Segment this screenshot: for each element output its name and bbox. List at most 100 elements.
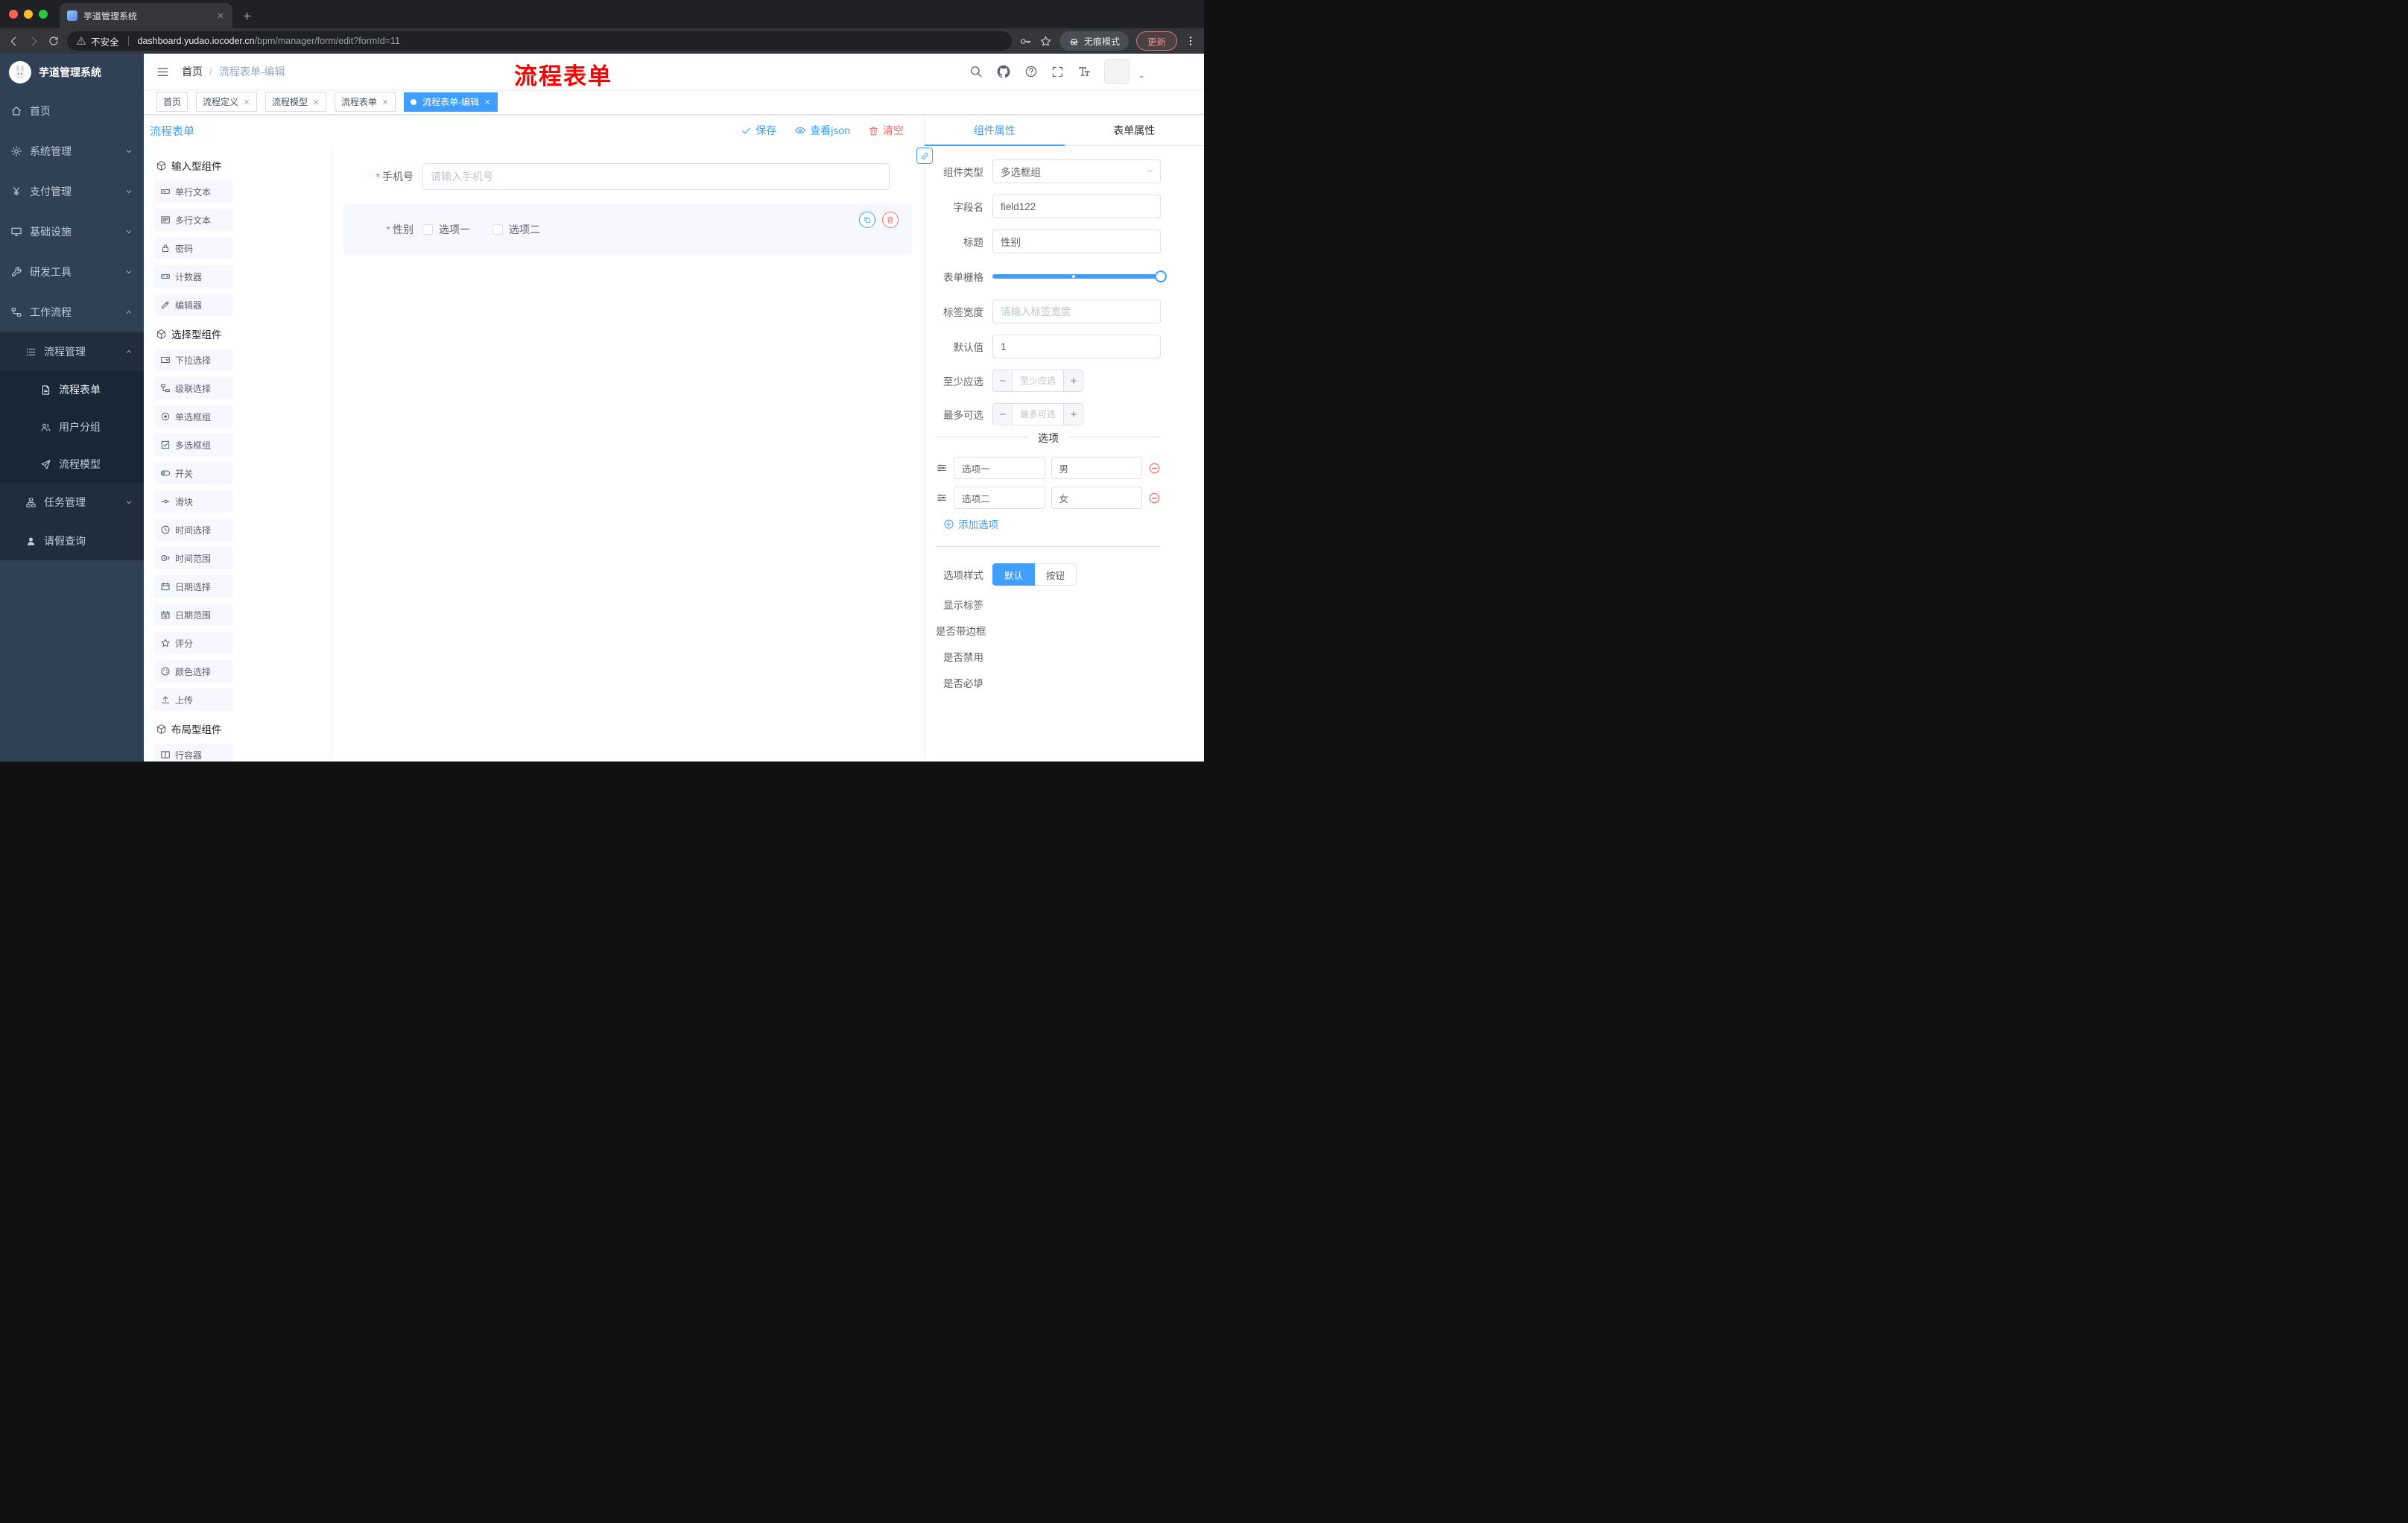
comp-date-range[interactable]: 日期范围	[154, 604, 233, 626]
browser-menu-button[interactable]	[1185, 35, 1197, 47]
fullscreen-icon[interactable]	[1051, 66, 1064, 78]
update-button[interactable]: 更新	[1135, 31, 1177, 51]
tab-component-props[interactable]: 组件属性	[925, 115, 1065, 146]
window-zoom-button[interactable]	[39, 10, 48, 19]
increase-button[interactable]	[1063, 370, 1083, 391]
breadcrumb-home[interactable]: 首页	[182, 64, 203, 79]
browser-tab[interactable]: 芋道管理系统	[60, 3, 232, 28]
default-value-input[interactable]	[992, 335, 1161, 358]
component-type-value[interactable]	[992, 159, 1161, 183]
forward-button[interactable]	[28, 35, 40, 48]
option-1-value-input[interactable]	[1051, 457, 1142, 479]
comp-counter[interactable]: 计数器	[154, 265, 233, 288]
comp-cascader[interactable]: 级联选择	[154, 377, 233, 399]
sidebar-toggle-button[interactable]	[156, 65, 170, 79]
label-width-input[interactable]	[992, 300, 1161, 323]
reload-button[interactable]	[48, 35, 60, 47]
slider-handle[interactable]	[1155, 270, 1167, 282]
comp-editor[interactable]: 编辑器	[154, 294, 233, 316]
sidebar-item-process-form[interactable]: 流程表单	[0, 371, 144, 408]
comp-date-picker[interactable]: 日期选择	[154, 575, 233, 598]
search-icon[interactable]	[969, 65, 983, 78]
sidebar-item-task-mgmt[interactable]: 任务管理	[0, 483, 144, 522]
max-select-input[interactable]	[1013, 404, 1063, 425]
tab-close-icon[interactable]	[216, 11, 225, 20]
tag-process-form-edit[interactable]: 流程表单-编辑	[404, 92, 498, 112]
comp-select[interactable]: 下拉选择	[154, 349, 233, 371]
checkbox-option-1[interactable]: 选项一	[422, 222, 470, 237]
field-gender[interactable]: * 性别 选项一 选项二	[343, 204, 912, 255]
tab-form-props[interactable]: 表单属性	[1065, 115, 1205, 145]
option-2-label-input[interactable]	[954, 487, 1045, 509]
tag-close-icon[interactable]	[312, 98, 320, 106]
comp-switch[interactable]: 开关	[154, 462, 233, 484]
field-name-input[interactable]	[992, 194, 1161, 218]
window-close-button[interactable]	[9, 10, 18, 19]
grid-slider[interactable]	[992, 265, 1167, 288]
drag-handle-icon[interactable]	[936, 462, 948, 474]
add-option-button[interactable]: 添加选项	[943, 516, 1161, 531]
tag-close-icon[interactable]	[243, 98, 250, 106]
style-default-button[interactable]: 默认	[992, 563, 1036, 586]
remove-option-button[interactable]	[1148, 462, 1161, 475]
comp-password[interactable]: 密码	[154, 237, 233, 259]
comp-radio-group[interactable]: 单选框组	[154, 405, 233, 428]
sidebar-item-home[interactable]: 首页	[0, 91, 144, 131]
sidebar-item-leave-query[interactable]: 请假查询	[0, 522, 144, 560]
comp-checkbox-group[interactable]: 多选框组	[154, 434, 233, 456]
panel-link-tag[interactable]	[916, 148, 933, 164]
user-avatar[interactable]	[1104, 59, 1129, 84]
sidebar-item-payment[interactable]: 支付管理	[0, 171, 144, 212]
new-tab-button[interactable]	[232, 3, 262, 28]
sidebar-item-system[interactable]: 系统管理	[0, 131, 144, 171]
decrease-button[interactable]	[993, 370, 1013, 391]
field-phone[interactable]: * 手机号	[343, 155, 912, 198]
increase-button[interactable]	[1063, 404, 1083, 425]
save-button[interactable]: 保存	[741, 123, 776, 138]
option-2-value-input[interactable]	[1051, 487, 1142, 509]
font-size-icon[interactable]	[1077, 65, 1091, 78]
title-input[interactable]	[992, 229, 1161, 253]
help-icon[interactable]	[1024, 65, 1038, 78]
comp-time-picker[interactable]: 时间选择	[154, 519, 233, 541]
tag-close-icon[interactable]	[381, 98, 389, 106]
tag-close-icon[interactable]	[484, 98, 491, 106]
sidebar-item-process-model[interactable]: 流程模型	[0, 446, 144, 483]
slider-track[interactable]	[992, 270, 1167, 282]
tag-home[interactable]: 首页	[156, 92, 188, 112]
password-key-icon[interactable]	[1019, 35, 1032, 48]
remove-option-button[interactable]	[1148, 492, 1161, 504]
clear-button[interactable]: 清空	[868, 123, 904, 138]
incognito-badge[interactable]: 无痕模式	[1059, 31, 1129, 51]
comp-row-container[interactable]: 行容器	[154, 744, 233, 762]
option-1-label-input[interactable]	[954, 457, 1045, 479]
style-button-button[interactable]: 按钮	[1035, 563, 1077, 586]
view-json-button[interactable]: 查看json	[794, 123, 850, 138]
decrease-button[interactable]	[993, 404, 1013, 425]
github-icon[interactable]	[996, 64, 1011, 79]
comp-time-range[interactable]: 时间范围	[154, 547, 233, 569]
delete-field-button[interactable]	[882, 212, 899, 228]
comp-upload[interactable]: 上传	[154, 688, 233, 711]
comp-textarea[interactable]: 多行文本	[154, 209, 233, 231]
component-type-select[interactable]	[992, 159, 1161, 183]
min-select-input[interactable]	[1013, 370, 1063, 391]
tag-process-model[interactable]: 流程模型	[265, 92, 327, 112]
drag-handle-icon[interactable]	[936, 492, 948, 504]
bookmark-star-icon[interactable]	[1039, 35, 1052, 48]
caret-down-icon[interactable]	[1137, 72, 1146, 81]
sidebar-item-infrastructure[interactable]: 基础设施	[0, 212, 144, 252]
address-bar[interactable]: 不安全 dashboard.yudao.iocoder.cn/bpm/manag…	[67, 31, 1012, 51]
phone-input[interactable]	[422, 163, 890, 190]
comp-rate[interactable]: 评分	[154, 632, 233, 654]
tag-process-definition[interactable]: 流程定义	[196, 92, 258, 112]
sidebar-item-dev-tools[interactable]: 研发工具	[0, 252, 144, 292]
copy-field-button[interactable]	[859, 212, 875, 228]
sidebar-item-process-mgmt[interactable]: 流程管理	[0, 332, 144, 371]
comp-slider[interactable]: 滑块	[154, 490, 233, 513]
back-button[interactable]	[7, 35, 20, 48]
tag-process-form[interactable]: 流程表单	[335, 92, 396, 112]
comp-color-picker[interactable]: 颜色选择	[154, 660, 233, 683]
checkbox-option-2[interactable]: 选项二	[492, 222, 540, 237]
sidebar-item-user-group[interactable]: 用户分组	[0, 408, 144, 446]
